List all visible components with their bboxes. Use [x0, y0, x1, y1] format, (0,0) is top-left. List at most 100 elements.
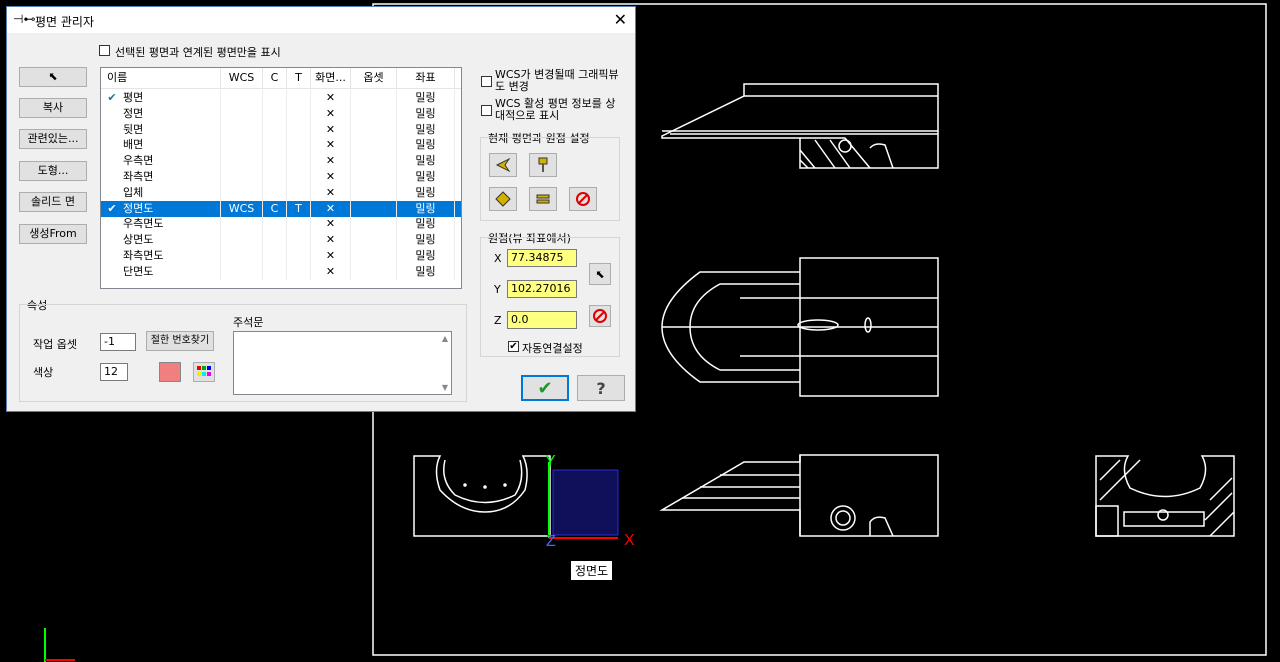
- cell-offset: [351, 137, 397, 154]
- header-t[interactable]: T: [287, 68, 311, 88]
- table-row[interactable]: 우측면 ✕ 밀링: [101, 153, 461, 170]
- cell-t: [287, 184, 311, 201]
- table-row[interactable]: 단면도 ✕ 밀링: [101, 263, 461, 280]
- cell-c: [263, 232, 287, 249]
- close-icon[interactable]: ✕: [614, 10, 627, 29]
- table-row[interactable]: ✔ 평면 ✕ 밀링: [101, 90, 461, 106]
- ok-button[interactable]: ✔: [521, 375, 569, 401]
- table-header: 이름 WCS C T 화면... 옵셋 좌표: [101, 68, 461, 89]
- part-front-left: [413, 455, 551, 537]
- cell-t: [287, 90, 311, 106]
- color-palette-button[interactable]: [193, 362, 215, 382]
- cell-coord: 밀링: [397, 200, 455, 217]
- cell-coord: 밀링: [397, 184, 455, 201]
- header-wcs[interactable]: WCS: [221, 68, 263, 88]
- table-row[interactable]: 상면도 ✕ 밀링: [101, 232, 461, 249]
- axis-y-label: Y: [545, 453, 556, 470]
- cell-screen: ✕: [311, 184, 351, 201]
- header-coord[interactable]: 좌표: [397, 68, 455, 88]
- geometry-button[interactable]: 도형...: [19, 161, 87, 181]
- active-check-icon: [105, 264, 119, 280]
- plane-manager-dialog: ⊣⊷ 평면 관리자 ✕ 선택된 평면과 연계된 평면만을 표시 ⬉ 복사 관련있…: [6, 6, 636, 412]
- cell-wcs: WCS: [221, 200, 263, 217]
- wcs-active-checkbox[interactable]: [481, 105, 492, 116]
- cell-wcs: [221, 153, 263, 170]
- part-front-center: [659, 454, 939, 537]
- auto-link-label: 자동연결설정: [522, 342, 583, 355]
- cell-offset: [351, 263, 397, 280]
- z-input[interactable]: 0.0: [507, 311, 577, 329]
- x-label: X: [494, 252, 502, 265]
- table-row[interactable]: 배면 ✕ 밀링: [101, 137, 461, 154]
- cell-wcs: [221, 263, 263, 280]
- auto-link-checkbox[interactable]: ✔: [508, 341, 519, 352]
- cell-name: 배면: [123, 137, 221, 154]
- equal-button[interactable]: [529, 187, 557, 211]
- x-input[interactable]: 77.34875: [507, 249, 577, 267]
- cell-c: [263, 169, 287, 185]
- scroll-down-icon[interactable]: ▼: [442, 383, 448, 392]
- part-top-view: [661, 83, 939, 169]
- table-row[interactable]: 뒷면 ✕ 밀링: [101, 121, 461, 138]
- offset-input[interactable]: -1: [100, 333, 136, 351]
- table-row[interactable]: 좌측면도 ✕ 밀링: [101, 248, 461, 264]
- filter-checkbox-label: 선택된 평면과 연계된 평면만을 표시: [115, 46, 281, 59]
- clear-origin-button[interactable]: [589, 305, 611, 327]
- y-input[interactable]: 102.27016: [507, 280, 577, 298]
- wcs-graphic-checkbox[interactable]: [481, 76, 492, 87]
- cursor-icon: ⬉: [48, 70, 58, 83]
- find-number-button[interactable]: 절한 번호찾기: [146, 331, 214, 351]
- scroll-up-icon[interactable]: ▲: [442, 334, 448, 343]
- active-check-icon: [105, 169, 119, 185]
- pin-icon[interactable]: ⊣⊷: [13, 12, 35, 26]
- cell-t: [287, 263, 311, 280]
- cell-offset: [351, 153, 397, 170]
- table-row[interactable]: 정면 ✕ 밀링: [101, 105, 461, 122]
- table-row[interactable]: 좌측면 ✕ 밀링: [101, 169, 461, 185]
- color-input[interactable]: 12: [100, 363, 128, 381]
- set-origin-button[interactable]: [489, 187, 517, 211]
- header-c[interactable]: C: [263, 68, 287, 88]
- cell-t: [287, 121, 311, 138]
- copy-button[interactable]: 복사: [19, 98, 87, 118]
- set-tool-button[interactable]: [529, 153, 557, 177]
- select-cursor-button[interactable]: ⬉: [19, 67, 87, 87]
- no-icon: [576, 192, 590, 206]
- y-label: Y: [494, 283, 501, 296]
- cell-name: 정면: [123, 105, 221, 122]
- color-swatch: [159, 362, 181, 382]
- wcs-active-label: WCS 활성 평면 정보를 상대적으로 표시: [495, 97, 616, 122]
- header-name[interactable]: 이름: [101, 68, 221, 88]
- cell-offset: [351, 169, 397, 185]
- comment-textarea[interactable]: ▲ ▼: [233, 331, 452, 395]
- pick-origin-button[interactable]: ⬉: [589, 263, 611, 285]
- help-button[interactable]: ?: [577, 375, 625, 401]
- cell-c: [263, 153, 287, 170]
- checkmark-icon: ✔: [537, 377, 553, 399]
- related-button[interactable]: 관련있는...: [19, 129, 87, 149]
- cell-screen: ✕: [311, 232, 351, 249]
- filter-checkbox[interactable]: [99, 45, 110, 56]
- cell-wcs: [221, 90, 263, 106]
- active-check-icon: [105, 122, 119, 138]
- table-row[interactable]: 입체 ✕ 밀링: [101, 184, 461, 201]
- cell-c: [263, 121, 287, 138]
- cell-wcs: [221, 169, 263, 185]
- clear-button[interactable]: [569, 187, 597, 211]
- set-plane-button[interactable]: [489, 153, 517, 177]
- table-row[interactable]: 우측면도 ✕ 밀링: [101, 216, 461, 233]
- cell-screen: ✕: [311, 121, 351, 138]
- solid-face-button[interactable]: 솔리드 면: [19, 192, 87, 212]
- create-from-button[interactable]: 생성From: [19, 224, 87, 244]
- axis-x-label: X: [624, 532, 635, 549]
- planes-table[interactable]: 이름 WCS C T 화면... 옵셋 좌표 ✔ 평면 ✕ 밀링 정면 ✕ 밀링 뒷면 ✕ 밀링 배…: [100, 67, 462, 289]
- equal-icon: [536, 194, 550, 204]
- header-screen[interactable]: 화면...: [311, 68, 351, 88]
- cell-offset: [351, 121, 397, 138]
- cell-c: [263, 216, 287, 233]
- header-offset[interactable]: 옵셋: [351, 68, 397, 88]
- cell-coord: 밀링: [397, 90, 455, 106]
- active-check-icon: [105, 153, 119, 169]
- table-row[interactable]: ✔ 정면도 WCS C T ✕ 밀링: [101, 200, 461, 217]
- cell-coord: 밀링: [397, 216, 455, 233]
